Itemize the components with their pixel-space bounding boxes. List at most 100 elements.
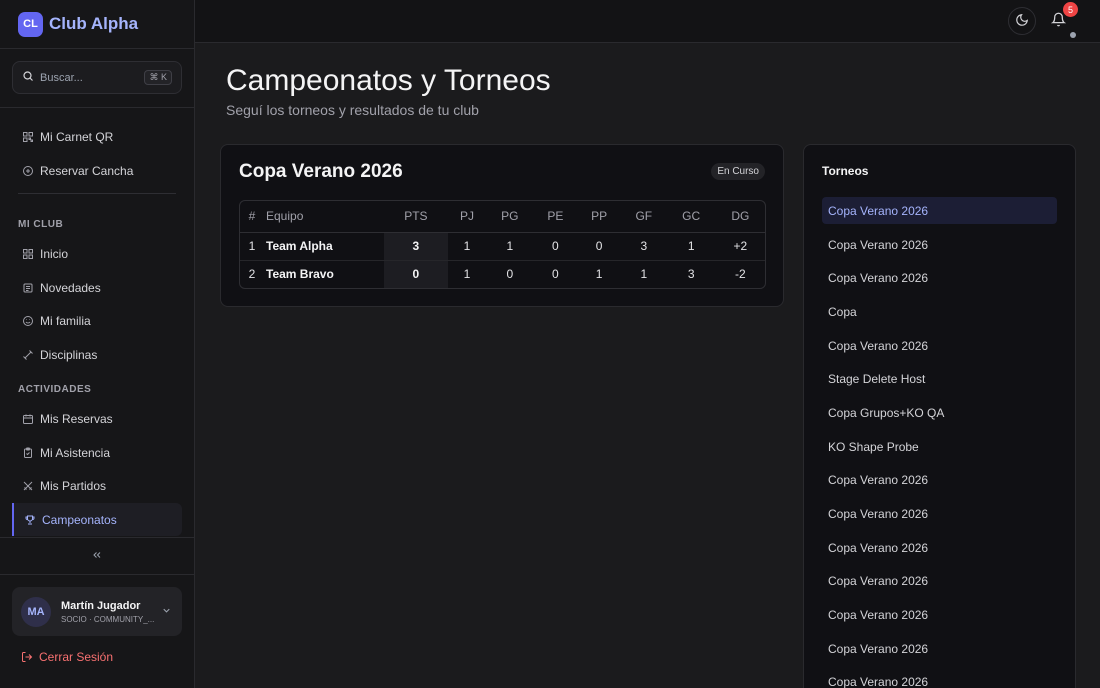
tournament-list-item[interactable]: Copa Verano 2026 [822, 668, 1057, 688]
cell-dg: -2 [735, 267, 746, 282]
user-info: Martín Jugador SOCIO · COMMUNITY_... [61, 600, 161, 624]
cell-gc: 1 [666, 232, 716, 261]
brand-logo: CL [18, 11, 43, 37]
brand-name: Club Alpha [49, 14, 139, 33]
search-input[interactable]: Buscar... ⌘ K [12, 61, 182, 94]
tournament-list-item[interactable]: Copa Verano 2026 [822, 500, 1057, 527]
cell-gf: 1 [640, 267, 648, 282]
sidebar-divider [18, 193, 176, 194]
chevrons-left-icon [91, 549, 103, 564]
plus-circle-icon [21, 164, 34, 177]
cell-gc: 3 [687, 267, 695, 282]
col-header-pp: PP [577, 201, 622, 233]
col-header-pe: PE [533, 201, 578, 233]
moon-icon [1015, 13, 1029, 30]
user-menu[interactable]: MA Martín Jugador SOCIO · COMMUNITY_... [12, 587, 182, 636]
tournament-list-item[interactable]: Copa Verano 2026 [822, 601, 1057, 628]
cell-pp: 0 [577, 232, 622, 261]
sidebar-item-mis-partidos[interactable]: Mis Partidos [12, 469, 182, 502]
page-title: Campeonatos y Torneos [226, 64, 551, 97]
cell-pj: 1 [463, 267, 471, 282]
sidebar-item-disciplinas[interactable]: Disciplinas [12, 338, 182, 371]
user-role: SOCIO · COMMUNITY_... [61, 614, 155, 624]
table-row: 2 Team Bravo 0 1 0 0 1 1 3 -2 [240, 260, 765, 288]
avatar: MA [21, 596, 51, 627]
tournament-list-item[interactable]: Copa Verano 2026 [822, 635, 1057, 662]
tournament-list-item[interactable]: Copa Verano 2026 [822, 231, 1057, 258]
collapse-sidebar-button[interactable] [0, 537, 194, 575]
tournament-list-item[interactable]: Copa Verano 2026 [822, 534, 1057, 561]
sidebar-item-label: Mi Carnet QR [40, 129, 114, 144]
cell-gf: 3 [621, 232, 667, 261]
grid-icon [21, 247, 34, 260]
user-name: Martín Jugador [61, 599, 141, 612]
tournament-card: Copa Verano 2026 En Curso # Equipo PTS P… [220, 144, 784, 307]
cell-pj: 1 [447, 232, 487, 261]
page-subtitle: Seguí los torneos y resultados de tu clu… [226, 102, 479, 118]
tournaments-panel: Torneos Copa Verano 2026 Copa Verano 202… [803, 144, 1076, 688]
col-header-pg: PG [486, 201, 534, 233]
table-header-row: # Equipo PTS PJ PG PE PP GF GC DG [240, 201, 765, 233]
tournament-list-item[interactable]: Copa Verano 2026 [822, 264, 1057, 291]
cell-team: Team Alpha [260, 232, 384, 261]
sidebar-item-label: Campeonatos [42, 512, 117, 527]
sidebar-item-mi-familia[interactable]: Mi familia [12, 304, 182, 337]
section-label-actividades: ACTIVIDADES [18, 384, 92, 395]
cell-pos: 2 [248, 267, 256, 282]
brand[interactable]: CL Club Alpha [0, 0, 194, 49]
trophy-icon [23, 513, 36, 526]
sidebar-item-label: Reservar Cancha [40, 163, 134, 178]
sidebar-item-mi-asistencia[interactable]: Mi Asistencia [12, 436, 182, 469]
topbar: 5 [195, 0, 1100, 43]
sidebar-item-label: Novedades [40, 280, 101, 295]
tournament-list-item[interactable]: Copa Grupos+KO QA [822, 399, 1057, 426]
tournament-list-item[interactable]: Copa Verano 2026 [822, 567, 1057, 594]
col-header-pj: PJ [447, 201, 487, 233]
col-header-pts: PTS [384, 201, 448, 233]
col-header-gf: GF [621, 201, 667, 233]
tournament-list-item[interactable]: Copa Verano 2026 [822, 197, 1057, 224]
cell-pos: 1 [240, 232, 260, 261]
theme-toggle-button[interactable] [1008, 7, 1036, 35]
sidebar-item-campeonatos[interactable]: Campeonatos [12, 503, 182, 536]
search-placeholder: Buscar... [40, 71, 83, 84]
col-header-gc: GC [666, 201, 716, 233]
clipboard-icon [21, 446, 34, 459]
notification-count-badge: 5 [1063, 2, 1078, 17]
cell-pe: 0 [533, 232, 578, 261]
newspaper-icon [21, 281, 34, 294]
sidebar: CL Club Alpha Buscar... ⌘ K Mi Carnet QR… [0, 0, 195, 688]
table-row: 1 Team Alpha 3 1 1 0 0 3 1 +2 [240, 232, 765, 261]
chevron-down-icon [161, 604, 172, 619]
tournament-list-item[interactable]: Copa Verano 2026 [822, 466, 1057, 493]
tournament-list-item[interactable]: Copa Verano 2026 [822, 332, 1057, 359]
tournament-title: Copa Verano 2026 [239, 161, 403, 182]
calendar-icon [21, 412, 34, 425]
dumbbell-icon [21, 348, 34, 361]
cell-team: Team Bravo [266, 267, 334, 282]
section-label-mi-club: MI CLUB [18, 219, 64, 230]
col-header-pos: # [240, 201, 260, 233]
logout-button[interactable]: Cerrar Sesión [21, 650, 113, 664]
sidebar-item-reservar-cancha[interactable]: Reservar Cancha [12, 154, 182, 187]
cell-pg: 1 [486, 232, 534, 261]
tournament-list-item[interactable]: Copa [822, 298, 1057, 325]
sidebar-item-mis-reservas[interactable]: Mis Reservas [12, 402, 182, 435]
search-area: Buscar... ⌘ K [0, 49, 194, 108]
cell-pts: 0 [384, 260, 448, 288]
smile-icon [21, 314, 34, 327]
sidebar-item-inicio[interactable]: Inicio [12, 237, 182, 270]
panel-title: Torneos [822, 164, 869, 178]
sidebar-item-carnet-qr[interactable]: Mi Carnet QR [12, 120, 182, 153]
cell-dg: +2 [715, 232, 765, 261]
cell-pp: 1 [595, 267, 603, 282]
tournament-list-item[interactable]: KO Shape Probe [822, 433, 1057, 460]
col-header-team: Equipo [260, 201, 384, 233]
swords-icon [21, 479, 34, 492]
sidebar-item-label: Mis Reservas [40, 411, 113, 426]
tournament-list-item[interactable]: Stage Delete Host [822, 365, 1057, 392]
sidebar-item-label: Mis Partidos [40, 478, 107, 493]
sidebar-item-novedades[interactable]: Novedades [12, 271, 182, 304]
bell-icon [1050, 12, 1066, 30]
sidebar-item-label: Inicio [40, 246, 69, 261]
